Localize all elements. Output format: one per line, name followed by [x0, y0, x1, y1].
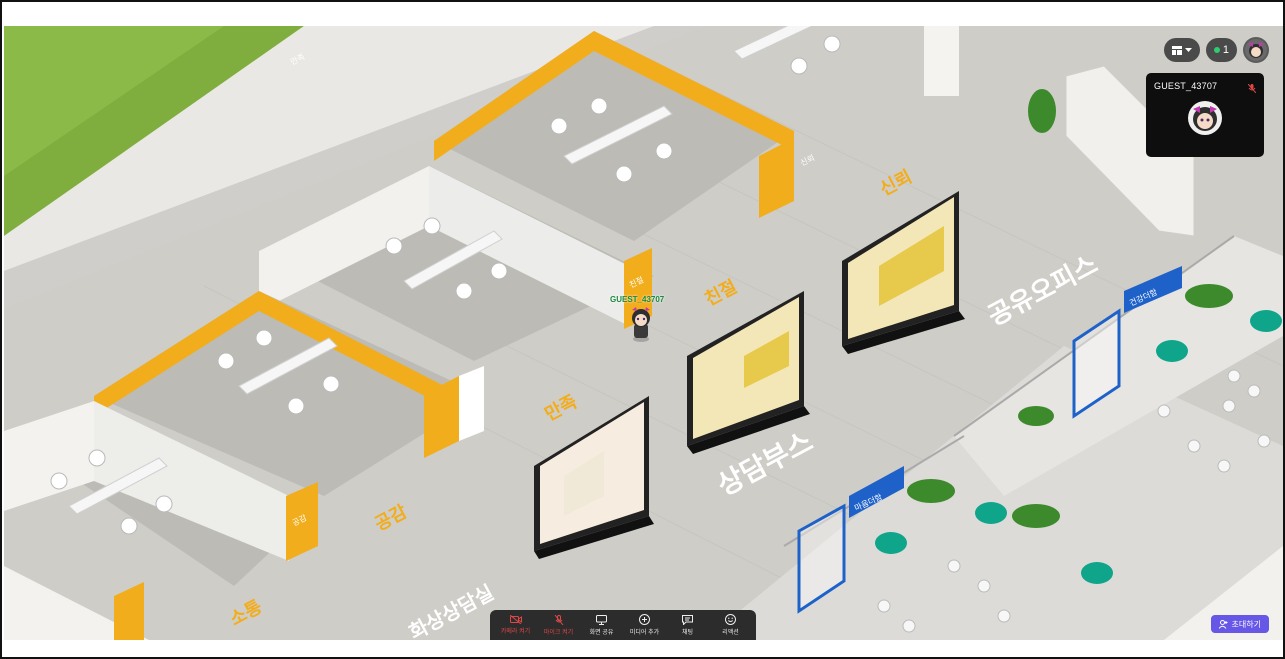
- bottom-toolbar: 카메라 켜기 마이크 켜기 화면 공유 미디어 추가 채팅 리액션: [490, 610, 756, 640]
- virtual-space-viewport[interactable]: 신뢰 친절 만족 공감 상담부스 공유오피스 소통 공감 만족 친절 신뢰 화상…: [4, 26, 1283, 640]
- camera-off-icon: [509, 615, 522, 624]
- layout-menu-button[interactable]: [1163, 38, 1200, 62]
- participants-count: 1: [1222, 44, 1229, 56]
- mic-toggle-button[interactable]: 마이크 켜기: [537, 610, 580, 640]
- layout-grid-icon: [1171, 45, 1182, 55]
- app-window: 신뢰 친절 만족 공감 상담부스 공유오피스 소통 공감 만족 친절 신뢰 화상…: [0, 0, 1285, 659]
- participant-name: GUEST_43707: [1154, 81, 1218, 91]
- camera-toggle-label: 카메라 켜기: [500, 629, 531, 635]
- plus-circle-icon: [639, 614, 650, 625]
- chat-label: 채팅: [681, 629, 694, 636]
- mic-toggle-label: 마이크 켜기: [543, 629, 574, 636]
- add-media-label: 미디어 추가: [629, 630, 660, 636]
- chat-button[interactable]: 채팅: [666, 610, 709, 640]
- isometric-office-scene: 신뢰 친절 만족 공감 상담부스 공유오피스 소통 공감 만족 친절 신뢰 화상…: [4, 26, 1283, 640]
- online-dot-icon: [1213, 47, 1220, 53]
- participant-avatar: [1188, 101, 1222, 135]
- chevron-down-icon: [1184, 47, 1192, 52]
- avatar: [1245, 39, 1267, 61]
- add-media-button[interactable]: 미디어 추가: [623, 610, 666, 640]
- invite-button[interactable]: 초대하기: [1210, 615, 1269, 633]
- chat-icon: [682, 614, 693, 625]
- top-controls: 1: [1163, 37, 1269, 63]
- smile-icon: [725, 614, 736, 625]
- screen-share-button[interactable]: 화면 공유: [580, 610, 623, 640]
- mic-off-icon: [1247, 80, 1257, 98]
- invite-label: 초대하기: [1231, 619, 1261, 629]
- camera-toggle-button[interactable]: 카메라 켜기: [494, 610, 537, 640]
- monitor-icon: [596, 614, 607, 625]
- reaction-label: 리액션: [722, 630, 739, 636]
- avatar-name-label: GUEST_43707: [610, 295, 665, 304]
- user-plus-icon: [1218, 619, 1228, 629]
- profile-avatar-button[interactable]: [1243, 37, 1269, 63]
- participant-video-card[interactable]: GUEST_43707: [1146, 73, 1264, 157]
- mic-off-icon: [554, 614, 563, 625]
- reaction-button[interactable]: 리액션: [709, 610, 752, 640]
- screen-share-label: 화면 공유: [589, 629, 614, 636]
- participants-button[interactable]: 1: [1205, 38, 1237, 62]
